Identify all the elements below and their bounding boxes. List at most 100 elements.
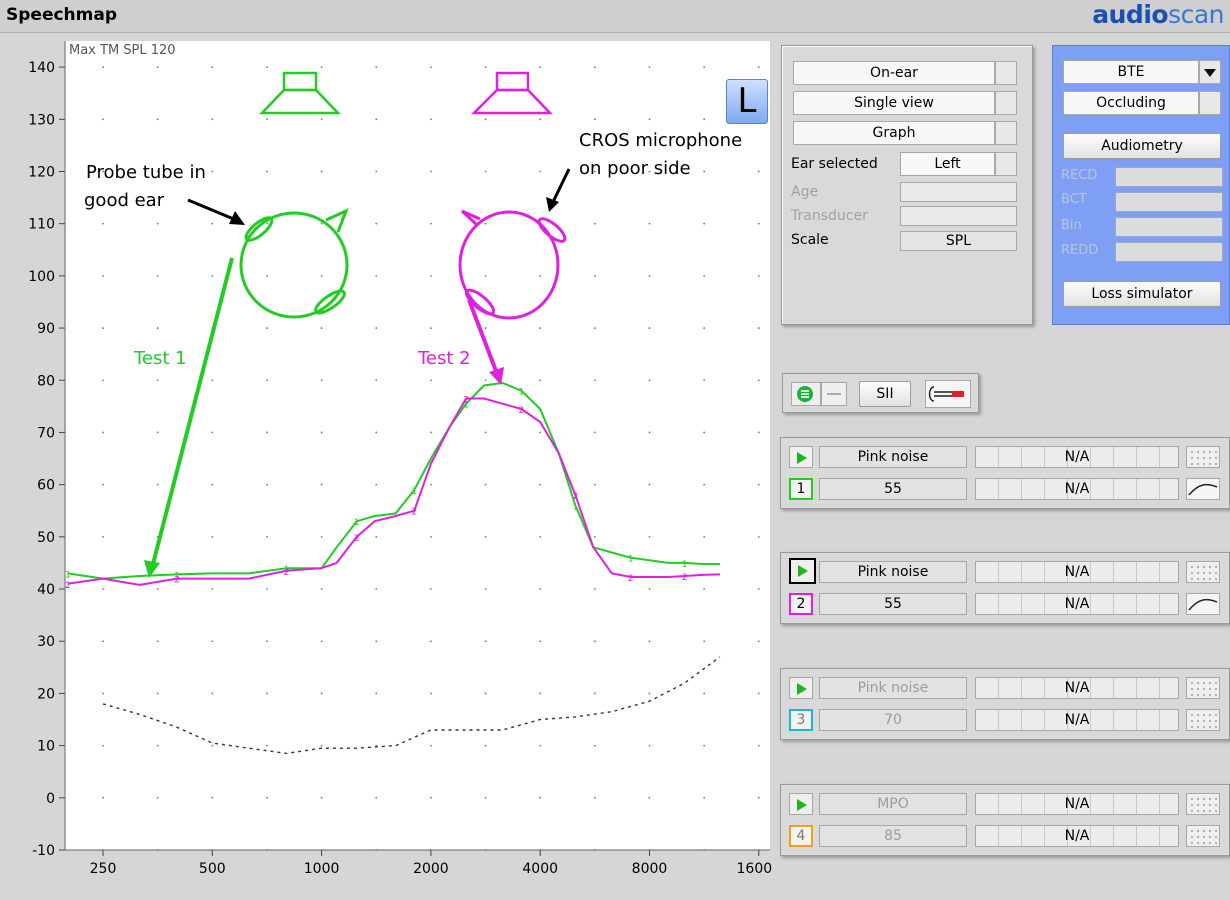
list-minus-button[interactable]: [821, 382, 847, 406]
grid-dot: [156, 796, 159, 799]
grid-dot: [211, 170, 214, 173]
channel-2-number-badge[interactable]: 2: [789, 593, 813, 615]
channel-4-number-badge[interactable]: 4: [789, 825, 813, 847]
display-spin-button[interactable]: [995, 121, 1017, 145]
grid-dot: [593, 535, 596, 538]
channel-1-stimulus-select[interactable]: Pink noise: [819, 446, 967, 468]
grid-dot: [211, 483, 214, 486]
scale-field[interactable]: SPL: [900, 231, 1017, 251]
ear-spin-button[interactable]: [995, 152, 1017, 176]
channel-4-options-button[interactable]: [1186, 793, 1220, 815]
grid-dot: [375, 796, 378, 799]
bct-label: BCT: [1061, 192, 1087, 207]
recd-label: RECD: [1061, 168, 1098, 183]
grid-dot: [430, 170, 432, 173]
grid-dot: [593, 118, 596, 121]
speechmap-chart[interactable]: 1401301201101009080706050403020100-10 25…: [0, 34, 773, 900]
grid-dot: [484, 170, 487, 173]
channel-3-play-button[interactable]: [789, 677, 813, 699]
sii-button[interactable]: SII: [859, 381, 911, 407]
series-2-point: 2: [463, 396, 469, 406]
channel-4-stimulus-select[interactable]: MPO: [819, 793, 967, 815]
grid-dot: [320, 66, 323, 68]
grid-dot: [593, 66, 596, 68]
channel-1-curve-button[interactable]: [1186, 478, 1220, 500]
channel-4-level-field[interactable]: 85: [819, 825, 967, 847]
grid-dot: [703, 588, 706, 590]
y-tick-label: 60: [37, 478, 55, 494]
list-toggle-button[interactable]: [791, 382, 821, 406]
channel-1-box: Pink noise N/A 1 55 N/A: [780, 437, 1230, 509]
grid-dot: [211, 274, 214, 277]
coupling-select[interactable]: Occluding: [1063, 91, 1199, 115]
ear-side-badge[interactable]: L: [726, 79, 768, 124]
age-field: [900, 182, 1017, 202]
transducer-field: [900, 206, 1017, 226]
grid-dot: [156, 640, 159, 643]
grid-dot: [757, 535, 760, 538]
channel-1-level-field[interactable]: 55: [819, 478, 967, 500]
channel-2-stimulus-select[interactable]: Pink noise: [819, 561, 967, 583]
grid-dot: [703, 692, 706, 695]
channel-1-play-button[interactable]: [789, 446, 813, 468]
grid-dot: [703, 327, 706, 329]
display-select[interactable]: Graph: [793, 121, 995, 145]
grid-dot: [320, 327, 323, 329]
annotation-test1: Test 1: [133, 348, 187, 369]
series-1-point: 1: [411, 487, 417, 497]
style-select[interactable]: BTE: [1063, 60, 1199, 84]
style-dropdown-button[interactable]: [1199, 60, 1221, 84]
channel-3-number-badge[interactable]: 3: [789, 709, 813, 731]
x-tick-label: 16000: [737, 861, 773, 877]
grid-dot: [539, 796, 542, 799]
coupling-spin-button[interactable]: [1199, 91, 1221, 115]
channel-2-play-button[interactable]: [789, 558, 816, 584]
grid-dot: [593, 796, 596, 799]
grid-dot: [102, 431, 104, 434]
scale-label: Scale: [791, 232, 829, 248]
probe-tube-icon: [928, 386, 964, 402]
channel-3-aux-button[interactable]: [1186, 709, 1220, 731]
channel-2-box: Pink noise N/A 2 55 N/A: [780, 552, 1230, 624]
channel-1-number-badge[interactable]: 1: [789, 478, 813, 500]
channel-2-curve-button[interactable]: [1186, 593, 1220, 615]
channel-4-aux-button[interactable]: [1186, 825, 1220, 847]
channel-3-level-field[interactable]: 70: [819, 709, 967, 731]
y-tick-label: 120: [28, 164, 55, 180]
y-tick-label: 40: [37, 582, 55, 598]
mode-spin-button[interactable]: [995, 61, 1017, 85]
mode-select[interactable]: On-ear: [793, 61, 995, 85]
channel-1-options-button[interactable]: [1186, 446, 1220, 468]
grid-dot: [156, 66, 159, 68]
y-tick-label: 110: [28, 217, 55, 233]
series-1-point: 1: [519, 388, 525, 398]
probe-calibration-button[interactable]: [925, 380, 971, 408]
grid-dot: [211, 222, 214, 225]
play-icon: [797, 452, 807, 464]
bct-field: [1115, 192, 1223, 212]
channel-2-result-top: N/A: [975, 561, 1179, 583]
y-tick-label: 70: [37, 425, 55, 441]
grid-dot: [648, 483, 651, 486]
grid-dot: [484, 483, 487, 486]
y-tick-label: 100: [28, 269, 55, 285]
grid-dot: [430, 744, 432, 747]
channel-2-level-field[interactable]: 55: [819, 593, 967, 615]
channel-2-options-button[interactable]: [1186, 561, 1220, 583]
channel-3-box: Pink noise N/A 3 70 N/A: [780, 668, 1230, 740]
view-select[interactable]: Single view: [793, 91, 995, 115]
curve-icon: [1188, 598, 1218, 611]
grid-dot: [539, 535, 542, 538]
channel-3-options-button[interactable]: [1186, 677, 1220, 699]
grid-dot: [539, 274, 542, 277]
grid-dot: [539, 483, 542, 486]
channel-4-play-button[interactable]: [789, 793, 813, 815]
ear-selected-select[interactable]: Left: [900, 152, 995, 176]
audiometry-button[interactable]: Audiometry: [1063, 133, 1221, 159]
view-spin-button[interactable]: [995, 91, 1017, 115]
channel-3-stimulus-select[interactable]: Pink noise: [819, 677, 967, 699]
grid-dot: [484, 796, 487, 799]
loss-simulator-button[interactable]: Loss simulator: [1063, 281, 1221, 307]
bin-field: [1115, 217, 1223, 237]
x-tick-label: 250: [90, 861, 117, 877]
